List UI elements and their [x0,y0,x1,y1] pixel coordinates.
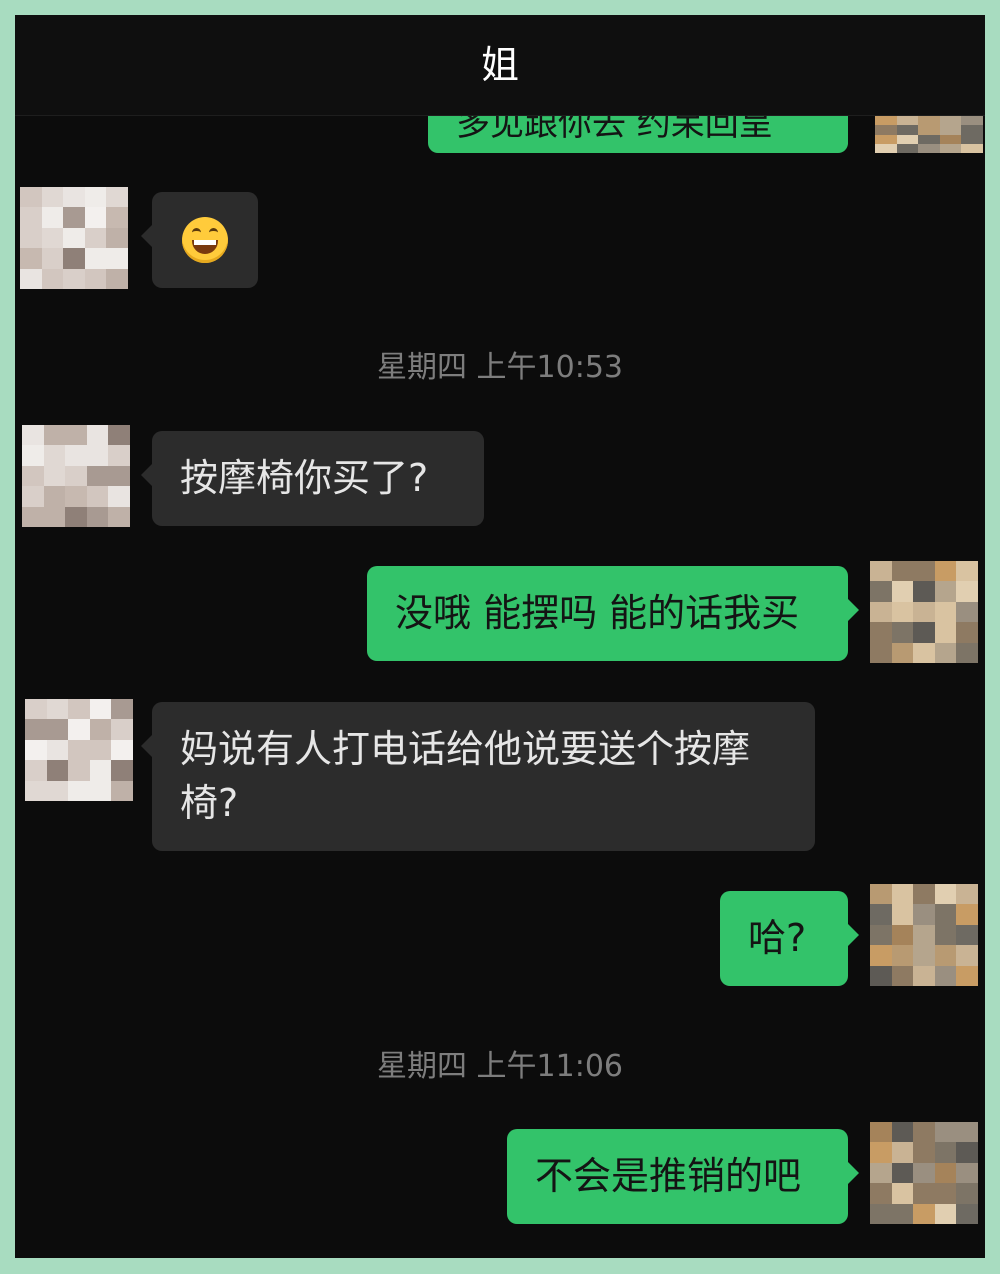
message-text: 哈? [748,916,807,960]
avatar-self[interactable] [870,884,978,986]
avatar-contact[interactable] [20,187,128,289]
message-bubble-sent[interactable]: 哈? [720,891,859,986]
avatar-self[interactable] [870,561,978,663]
grinning-face-icon [182,217,228,263]
avatar-self[interactable] [870,1122,978,1224]
message-bubble-received[interactable]: 按摩椅你买了? [141,431,484,526]
avatar-contact[interactable] [25,699,133,801]
message-bubble-received[interactable]: 妈说有人打电话给他说要送个按摩椅? [141,702,815,851]
chat-screen: 姐 多见跟你去 约呆回呈 星期四 上午10:53 按摩椅你买了? 没哦 能摆吗 … [15,15,985,1258]
message-text: 按摩椅你买了? [180,456,429,500]
timestamp: 星期四 上午10:53 [377,350,623,385]
timestamp: 星期四 上午11:06 [377,1049,623,1084]
message-text: 妈说有人打电话给他说要送个按摩椅? [180,727,751,825]
avatar-contact[interactable] [22,425,130,527]
message-bubble-received[interactable] [141,192,258,288]
message-text: 没哦 能摆吗 能的话我买 [395,591,800,635]
message-text: 不会是推销的吧 [535,1154,802,1198]
message-bubble-sent[interactable]: 没哦 能摆吗 能的话我买 [367,566,859,661]
chat-header: 姐 [15,15,985,116]
message-bubble-sent[interactable]: 不会是推销的吧 [507,1129,859,1224]
chat-title: 姐 [480,43,519,87]
